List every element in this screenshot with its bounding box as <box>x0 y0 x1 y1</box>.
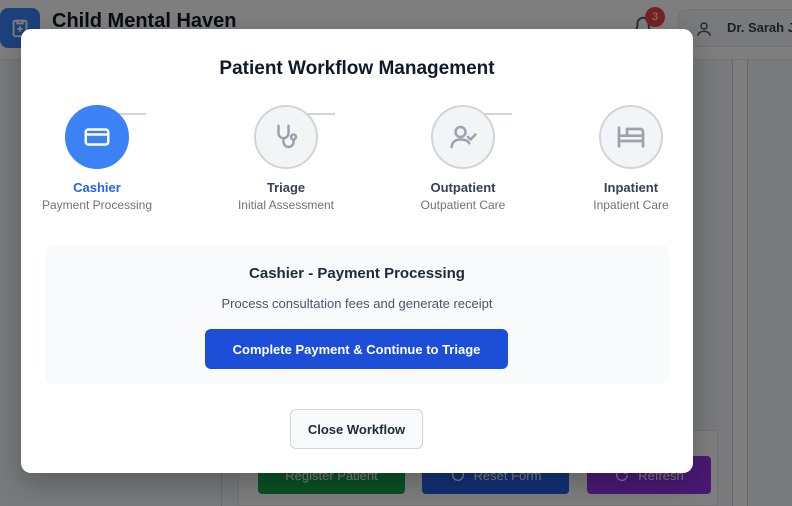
user-check-icon <box>450 125 477 149</box>
step-circle <box>254 105 318 169</box>
step-description: Initial Assessment <box>237 198 335 212</box>
close-workflow-button[interactable]: Close Workflow <box>290 409 423 449</box>
modal-title: Patient Workflow Management <box>219 58 495 79</box>
step-outpatient[interactable]: Outpatient Outpatient Care <box>393 105 533 212</box>
current-step-title: Cashier - Payment Processing <box>249 265 465 282</box>
credit-card-icon <box>84 128 110 146</box>
step-circle <box>65 105 129 169</box>
step-circle <box>599 105 663 169</box>
complete-payment-button[interactable]: Complete Payment & Continue to Triage <box>205 329 508 369</box>
bed-icon <box>617 126 645 148</box>
current-step-panel: Cashier - Payment Processing Process con… <box>45 245 669 384</box>
step-description: Outpatient Care <box>420 198 506 212</box>
step-label: Inpatient <box>603 180 659 195</box>
stethoscope-icon <box>277 124 298 149</box>
step-label: Outpatient <box>430 180 496 195</box>
step-cashier[interactable]: Cashier Payment Processing <box>27 105 167 212</box>
step-label: Triage <box>266 180 306 195</box>
workflow-modal: Patient Workflow Management Cashier Paym… <box>21 29 693 473</box>
step-description: Inpatient Care <box>593 198 669 212</box>
step-inpatient[interactable]: Inpatient Inpatient Care <box>561 105 701 212</box>
current-step-description: Process consultation fees and generate r… <box>221 296 493 311</box>
step-label: Cashier <box>73 180 121 195</box>
step-triage[interactable]: Triage Initial Assessment <box>216 105 356 212</box>
step-description: Payment Processing <box>41 198 153 212</box>
step-circle <box>431 105 495 169</box>
